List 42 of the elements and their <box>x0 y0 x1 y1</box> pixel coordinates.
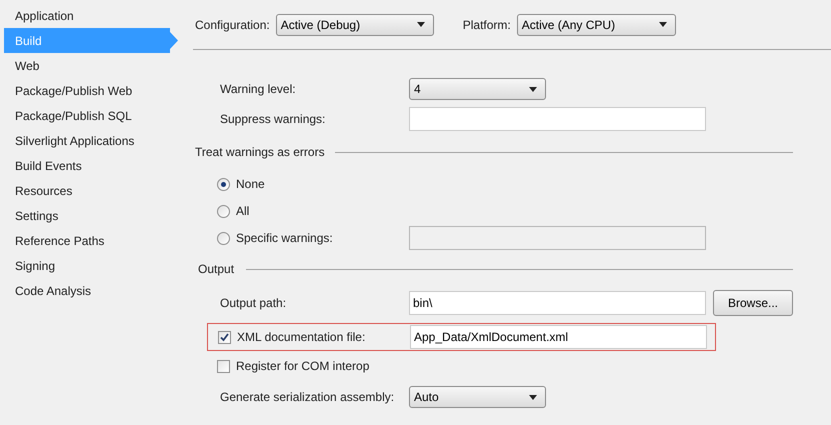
checkmark-icon <box>220 332 229 342</box>
caret-icon <box>416 22 425 27</box>
field-label: Warning level: <box>220 81 297 98</box>
field-label: Configuration: <box>195 16 270 34</box>
radio-label: None <box>236 176 265 193</box>
sidebar-item[interactable]: Resources <box>4 178 178 203</box>
sidebar-item[interactable]: Settings <box>4 203 178 228</box>
radio-button[interactable] <box>217 232 230 244</box>
suppress-warnings-field[interactable] <box>409 107 706 131</box>
warning-level-dropdown[interactable]: 4 <box>409 78 546 100</box>
checkbox-label: Register for COM interop <box>236 358 370 375</box>
radio-label: Specific warnings: <box>236 230 334 247</box>
sidebar-item[interactable]: Build Events <box>4 153 178 178</box>
caret-icon <box>529 394 537 400</box>
sidebar-item[interactable]: Package/Publish SQL <box>4 103 178 128</box>
xml-documentation-field[interactable]: App_Data/XmlDocument.xml <box>410 325 707 349</box>
browse-button[interactable]: Browse... <box>713 290 793 316</box>
sidebar-item[interactable]: Signing <box>4 253 178 278</box>
sidebar-item[interactable]: Silverlight Applications <box>4 128 178 153</box>
caret-icon <box>529 86 537 92</box>
configuration-dropdown[interactable]: Active (Debug) <box>276 14 434 36</box>
field-label: Output path: <box>220 295 288 312</box>
radio-label: All <box>236 203 250 220</box>
field-label: Generate serialization assembly: <box>220 389 396 406</box>
platform-dropdown[interactable]: Active (Any CPU) <box>516 14 676 36</box>
sidebar-item[interactable]: Package/Publish Web <box>4 78 178 103</box>
caret-icon <box>658 22 667 27</box>
radio-button[interactable] <box>217 204 230 218</box>
group-heading: Output <box>198 261 234 278</box>
group-heading: Treat warnings as errors <box>195 144 325 161</box>
output-path-field[interactable]: bin\ <box>409 291 706 315</box>
field-label: Suppress warnings: <box>220 111 326 128</box>
sidebar-item[interactable]: Application <box>4 3 178 28</box>
sidebar-item[interactable]: Code Analysis <box>4 278 178 303</box>
sidebar-item[interactable]: Web <box>4 53 178 78</box>
checkbox-label: XML documentation file: <box>237 329 366 346</box>
field-label: Platform: <box>462 16 511 34</box>
radio-button[interactable] <box>217 178 230 190</box>
serialization-dropdown[interactable]: Auto <box>409 386 546 408</box>
checkbox[interactable] <box>217 360 230 372</box>
checkbox[interactable] <box>218 330 231 344</box>
sidebar-item[interactable]: Reference Paths <box>4 228 178 253</box>
